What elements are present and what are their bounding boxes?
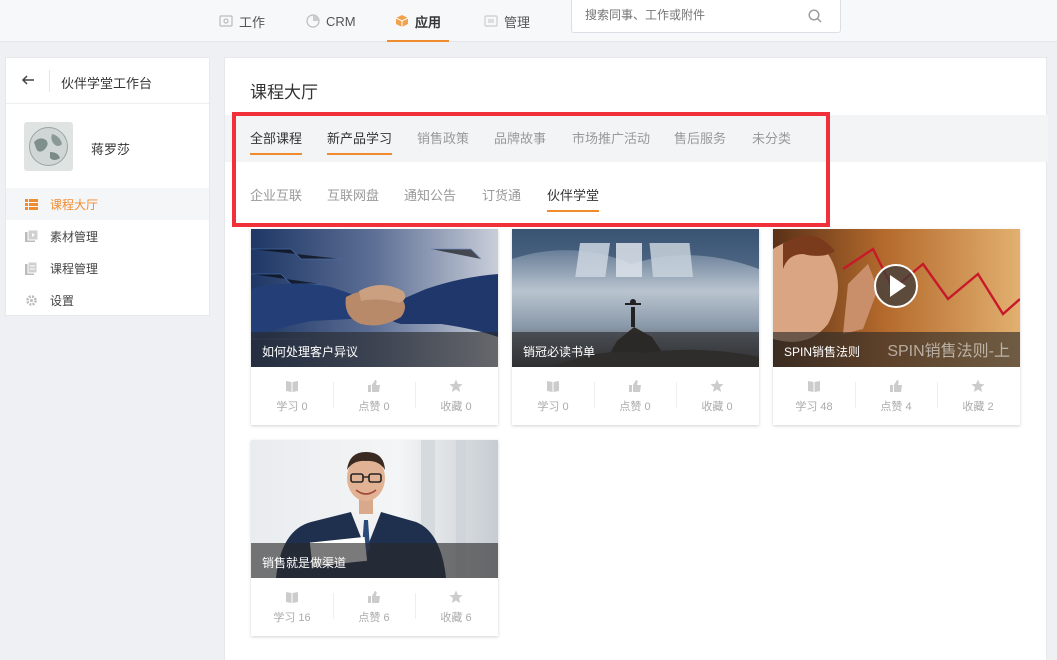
favorite-count[interactable]: 收藏 0 (415, 379, 497, 414)
search-box[interactable] (571, 0, 841, 33)
document-icon (25, 261, 38, 275)
like-count[interactable]: 点赞 4 (855, 379, 937, 414)
sidebar-item-settings[interactable]: 设置 (6, 284, 209, 316)
study-count[interactable]: 学习 0 (251, 379, 333, 414)
course-thumbnail: 如何处理客户异议 (251, 229, 498, 367)
course-title: 销售就是做渠道 (262, 556, 347, 570)
thumbs-up-icon (890, 380, 902, 392)
like-count[interactable]: 点赞 6 (333, 590, 415, 625)
course-stats: 学习 16 点赞 6 收藏 6 (251, 578, 498, 636)
course-card[interactable]: SPIN销售法则 SPIN销售法则-上 学习 48 点赞 4 收藏 2 (773, 229, 1020, 425)
divider (49, 70, 50, 92)
sidebar-item-course-manage[interactable]: 课程管理 (6, 252, 209, 284)
course-card[interactable]: 销售就是做渠道 学习 16 点赞 6 收藏 6 (251, 440, 498, 636)
course-card[interactable]: 如何处理客户异议 学习 0 点赞 0 收藏 0 (251, 229, 498, 425)
course-caption-bar: SPIN销售法则 SPIN销售法则-上 (773, 332, 1020, 367)
study-count[interactable]: 学习 16 (251, 590, 333, 625)
thumbs-up-icon (368, 591, 380, 603)
book-icon (808, 381, 820, 392)
course-stats: 学习 0 点赞 0 收藏 0 (512, 367, 759, 425)
book-icon (286, 592, 298, 603)
sidebar-item-course-hall[interactable]: 课程大厅 (6, 188, 209, 220)
sidebar: 伙伴学堂工作台 蒋罗莎 课程大厅 素材管理 课程管理 设置 (5, 57, 210, 316)
star-icon (971, 379, 985, 392)
back-arrow-icon[interactable] (20, 72, 36, 88)
main-panel: 课程大厅 全部课程 新产品学习 销售政策 品牌故事 市场推广活动 售后服务 未分… (224, 57, 1048, 660)
nav-item-manage[interactable]: 管理 (484, 0, 530, 42)
thumbs-up-icon (629, 380, 641, 392)
book-icon (547, 381, 559, 392)
thumbs-up-icon (368, 380, 380, 392)
course-stats: 学习 0 点赞 0 收藏 0 (251, 367, 498, 425)
course-card[interactable]: 销冠必读书单 学习 0 点赞 0 收藏 0 (512, 229, 759, 425)
nav-item-apps[interactable]: 应用 (386, 0, 450, 42)
gear-icon (26, 294, 37, 306)
media-icon (25, 229, 38, 242)
book-icon (286, 381, 298, 392)
search-icon[interactable] (808, 9, 822, 23)
user-name: 蒋罗莎 (91, 142, 131, 157)
list-icon (25, 198, 38, 210)
study-count[interactable]: 学习 48 (773, 379, 855, 414)
work-icon (219, 15, 233, 27)
star-icon (449, 590, 463, 603)
like-count[interactable]: 点赞 0 (594, 379, 676, 414)
course-stats: 学习 48 点赞 4 收藏 2 (773, 367, 1020, 425)
favorite-count[interactable]: 收藏 6 (415, 590, 497, 625)
course-title: 如何处理客户异议 (262, 345, 359, 359)
course-title: SPIN销售法则 (784, 345, 861, 359)
top-navigation-bar: 工作 CRM 应用 管理 (0, 0, 1057, 42)
course-thumbnail: 销售就是做渠道 (251, 440, 498, 578)
course-caption-bar: 如何处理客户异议 (251, 332, 498, 367)
sidebar-menu: 课程大厅 素材管理 课程管理 设置 (6, 188, 209, 316)
video-overlay-title: SPIN销售法则-上 (887, 343, 1010, 360)
course-thumbnail: SPIN销售法则 SPIN销售法则-上 (773, 229, 1020, 367)
nav-item-work[interactable]: 工作 (219, 0, 265, 42)
course-title: 销冠必读书单 (523, 345, 596, 359)
study-count[interactable]: 学习 0 (512, 379, 594, 414)
like-count[interactable]: 点赞 0 (333, 379, 415, 414)
manage-icon (484, 15, 498, 27)
star-icon (710, 379, 724, 392)
app-box-icon (395, 15, 409, 27)
course-thumbnail: 销冠必读书单 (512, 229, 759, 367)
favorite-count[interactable]: 收藏 0 (676, 379, 758, 414)
favorite-count[interactable]: 收藏 2 (937, 379, 1019, 414)
star-icon (449, 379, 463, 392)
course-caption-bar: 销冠必读书单 (512, 332, 759, 367)
search-input[interactable] (585, 8, 805, 22)
globe-avatar-image (24, 122, 73, 171)
sidebar-header: 伙伴学堂工作台 (6, 58, 209, 104)
nav-item-crm[interactable]: CRM (306, 0, 356, 42)
page-title: 课程大厅 (250, 83, 318, 102)
course-caption-bar: 销售就是做渠道 (251, 543, 498, 578)
highlight-box (232, 112, 830, 227)
sidebar-item-media[interactable]: 素材管理 (6, 220, 209, 252)
workspace-title: 伙伴学堂工作台 (61, 76, 153, 91)
avatar[interactable] (24, 122, 73, 171)
crm-pie-icon (306, 14, 320, 28)
